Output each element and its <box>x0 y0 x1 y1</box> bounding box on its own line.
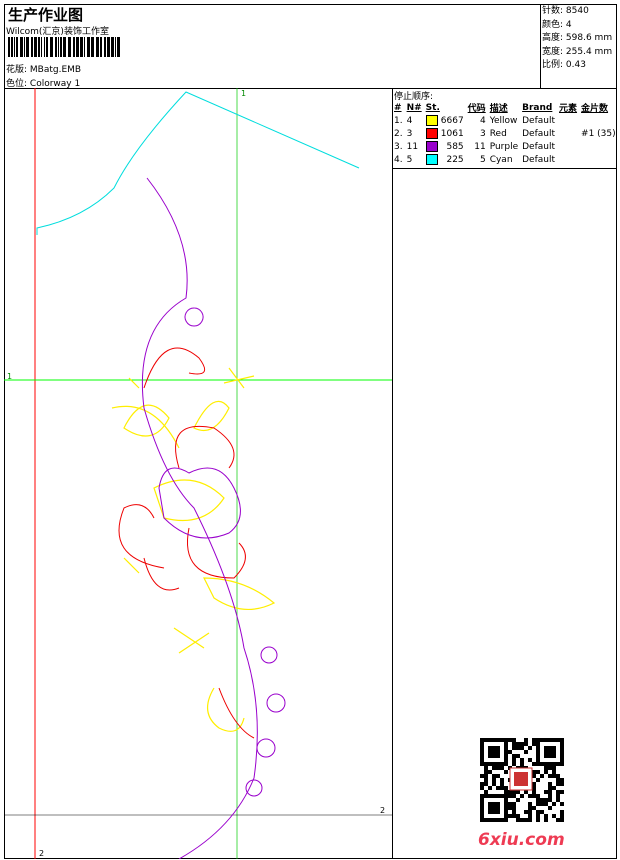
needle: 3 <box>406 128 413 139</box>
stitches: 1061 <box>424 127 466 140</box>
design-info: 针数: 8540 颜色: 4 高度: 598.6 mm 宽度: 255.4 mm 比例:… <box>542 5 612 73</box>
stitches: 225 <box>424 153 466 166</box>
yellow-stitches <box>111 367 276 732</box>
page-title: 生产作业图 <box>8 6 84 24</box>
info-value: 255.4 mm <box>565 46 613 57</box>
color-swatch <box>425 128 438 139</box>
row-index: 4. <box>394 154 403 165</box>
description: Red <box>489 128 507 139</box>
info-row: 针数: 8540 <box>542 5 612 19</box>
element <box>557 114 579 127</box>
column-header: 描述 <box>489 104 508 114</box>
table-row: 4. 5 225 5 Cyan Default <box>392 153 618 166</box>
info-row: 宽度: 255.4 mm <box>542 46 612 60</box>
stitches: 585 <box>424 140 466 153</box>
info-row: 高度: 598.6 mm <box>542 32 612 46</box>
column-header: 元素 <box>559 104 578 114</box>
info-label: 比例: <box>542 60 564 70</box>
qr-code <box>480 738 564 822</box>
code: 5 <box>479 154 486 165</box>
red-stitches <box>118 347 255 739</box>
element <box>557 127 579 140</box>
element <box>557 153 579 166</box>
table-row: 2. 3 1061 3 Red Default #1 (35) <box>392 127 618 140</box>
production-worksheet: 生产作业图 Wilcom(汇京)装饰工作室 花版: MBatg.EMB 色位: … <box>0 0 620 860</box>
guide-label-v2: 2 <box>39 849 44 858</box>
design-file: 花版: MBatg.EMB <box>6 62 81 75</box>
column-header: St. <box>425 102 440 113</box>
info-value: 4 <box>565 19 572 30</box>
info-label: 颜色: <box>542 19 564 30</box>
column-header: Brand <box>522 102 553 113</box>
stitches: 6667 <box>424 114 466 127</box>
guide-label-h1: 1 <box>7 372 12 381</box>
stop-sequence-table: # N# St. 代码 描述 Brand 元素 金片数 1. 4 6667 4 Yellow Defaul… <box>392 101 618 166</box>
sequin-count <box>579 153 618 166</box>
barcode <box>8 37 120 57</box>
info-label: 高度: <box>542 33 564 43</box>
description: Purple <box>489 141 519 152</box>
code: 4 <box>479 115 486 126</box>
guide-label-h2: 2 <box>380 806 385 815</box>
info-value: 0.43 <box>565 60 586 70</box>
info-label: 宽度: <box>542 46 564 57</box>
design-label: 花版: <box>6 65 28 75</box>
row-index: 3. <box>394 141 403 152</box>
row-index: 1. <box>394 115 403 126</box>
color-swatch <box>425 115 438 126</box>
needle: 5 <box>406 154 413 165</box>
design-canvas: 1 1 2 2 <box>4 88 392 859</box>
subtitle: Wilcom(汇京)装饰工作室 <box>6 27 109 37</box>
table-row: 3. 11 585 11 Purple Default <box>392 140 618 153</box>
watermark: 6xiu.com <box>478 830 565 850</box>
brand: Default <box>522 141 556 152</box>
code: 3 <box>479 128 486 139</box>
code: 11 <box>474 141 486 152</box>
cyan-outline <box>36 91 360 235</box>
needle: 11 <box>406 141 419 152</box>
element <box>557 140 579 153</box>
info-row: 颜色: 4 <box>542 19 612 33</box>
column-header: N# <box>406 102 422 113</box>
brand: Default <box>522 115 556 126</box>
needle: 4 <box>406 115 413 126</box>
brand: Default <box>522 154 556 165</box>
column-header: # <box>394 102 402 113</box>
brand: Default <box>522 128 556 139</box>
guide-label-v1: 1 <box>241 89 246 98</box>
column-header: 代码 <box>467 104 486 114</box>
info-value: 8540 <box>565 6 589 16</box>
sequin-count <box>579 114 618 127</box>
description: Yellow <box>489 115 518 126</box>
design-value: MBatg.EMB <box>29 65 82 75</box>
column-header: 金片数 <box>581 104 609 114</box>
sequin-count <box>579 140 618 153</box>
color-swatch <box>425 154 438 165</box>
info-value: 598.6 mm <box>565 33 613 43</box>
color-swatch <box>425 141 438 152</box>
divider <box>392 88 393 859</box>
row-index: 2. <box>394 128 403 139</box>
info-row: 比例: 0.43 <box>542 59 612 73</box>
description: Cyan <box>489 154 513 165</box>
table-row: 1. 4 6667 4 Yellow Default <box>392 114 618 127</box>
sequin-count: #1 (35) <box>581 128 616 139</box>
info-label: 针数: <box>542 6 564 16</box>
